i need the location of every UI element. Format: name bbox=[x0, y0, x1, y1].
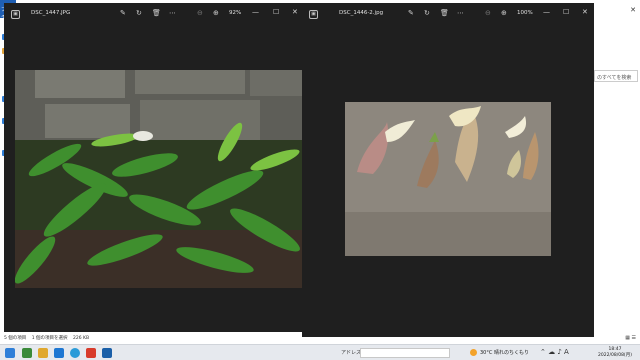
browser-icon[interactable] bbox=[70, 348, 80, 358]
delete-icon[interactable]: 🗑 bbox=[440, 9, 449, 18]
system-tray[interactable]: ⌃ ☁ ♪ A bbox=[540, 348, 569, 356]
minimize-icon[interactable]: — bbox=[543, 8, 550, 16]
photos-app-icon: ▣ bbox=[11, 10, 20, 19]
close-icon[interactable]: ✕ bbox=[582, 8, 588, 16]
search-input[interactable]: のすべてを検索 bbox=[594, 70, 638, 82]
app-icon[interactable] bbox=[86, 348, 96, 358]
file-name: DSC_1447.JPG bbox=[31, 10, 71, 16]
photos-icon[interactable] bbox=[102, 348, 112, 358]
close-icon[interactable]: ✕ bbox=[292, 8, 298, 16]
zoom-out-icon[interactable]: ⊖ bbox=[485, 9, 491, 18]
sun-icon bbox=[470, 349, 477, 356]
zoom-level: 92% bbox=[229, 10, 242, 16]
rotate-icon[interactable]: ↻ bbox=[424, 9, 430, 18]
photo-buds bbox=[345, 102, 551, 256]
minimize-icon[interactable]: — bbox=[252, 8, 259, 16]
maximize-icon[interactable]: ☐ bbox=[273, 8, 279, 16]
edit-icon[interactable]: ✎ bbox=[408, 9, 414, 18]
status-item-count: 5 個の項目 bbox=[4, 336, 27, 341]
clock-date: 2022/08/08(月) bbox=[598, 353, 632, 358]
photos-app-icon: ▣ bbox=[309, 10, 318, 19]
view-toggle-icons[interactable]: ▦ ☰ bbox=[625, 335, 636, 341]
status-size: 226 KB bbox=[72, 336, 90, 341]
title-bar: ▣ DSC_1447.JPG ✎ ↻ 🗑 ⋯ ⊖ ⊕ 92% — ☐ ✕ bbox=[4, 3, 304, 25]
weather-text: 30°C 晴れのちくもり bbox=[480, 350, 529, 356]
delete-icon[interactable]: 🗑 bbox=[152, 9, 161, 18]
file-name: DSC_1446-2.jpg bbox=[339, 10, 384, 16]
rotate-icon[interactable]: ↻ bbox=[136, 9, 142, 18]
zoom-in-icon[interactable]: ⊕ bbox=[501, 9, 507, 18]
weather-widget[interactable]: 30°C 晴れのちくもり bbox=[470, 349, 529, 356]
status-bar: 5 個の項目 1 個の項目を選択 226 KB bbox=[4, 335, 93, 341]
app-icon[interactable] bbox=[22, 348, 32, 358]
start-icon[interactable] bbox=[5, 348, 15, 358]
buds-image bbox=[345, 102, 551, 256]
more-icon[interactable]: ⋯ bbox=[457, 9, 464, 18]
more-icon[interactable]: ⋯ bbox=[169, 9, 176, 18]
status-selected: 1 個の項目を選択 bbox=[31, 336, 68, 341]
maximize-icon[interactable]: ☐ bbox=[563, 8, 569, 16]
close-icon[interactable]: ✕ bbox=[630, 6, 636, 14]
address-input[interactable] bbox=[360, 348, 450, 358]
photo-viewer-left: ▣ DSC_1447.JPG ✎ ↻ 🗑 ⋯ ⊖ ⊕ 92% — ☐ ✕ bbox=[4, 3, 304, 332]
photo-plants bbox=[15, 70, 304, 288]
clock[interactable]: 18:47 2022/08/08(月) bbox=[598, 347, 632, 359]
title-bar: ▣ DSC_1446-2.jpg ✎ ↻ 🗑 ⋯ ⊖ ⊕ 100% — ☐ ✕ bbox=[302, 3, 594, 25]
folder-icon[interactable] bbox=[38, 348, 48, 358]
edit-icon[interactable]: ✎ bbox=[120, 9, 126, 18]
plants-image bbox=[15, 70, 304, 288]
zoom-in-icon[interactable]: ⊕ bbox=[213, 9, 219, 18]
zoom-level: 100% bbox=[517, 10, 533, 16]
photo-viewer-right: ▣ DSC_1446-2.jpg ✎ ↻ 🗑 ⋯ ⊖ ⊕ 100% — ☐ ✕ bbox=[302, 3, 594, 337]
address-label: アドレス bbox=[341, 350, 362, 356]
taskbar: アドレス 30°C 晴れのちくもり ⌃ ☁ ♪ A 18:47 2022/08/… bbox=[0, 344, 640, 360]
app-icon[interactable] bbox=[54, 348, 64, 358]
zoom-out-icon[interactable]: ⊖ bbox=[197, 9, 203, 18]
